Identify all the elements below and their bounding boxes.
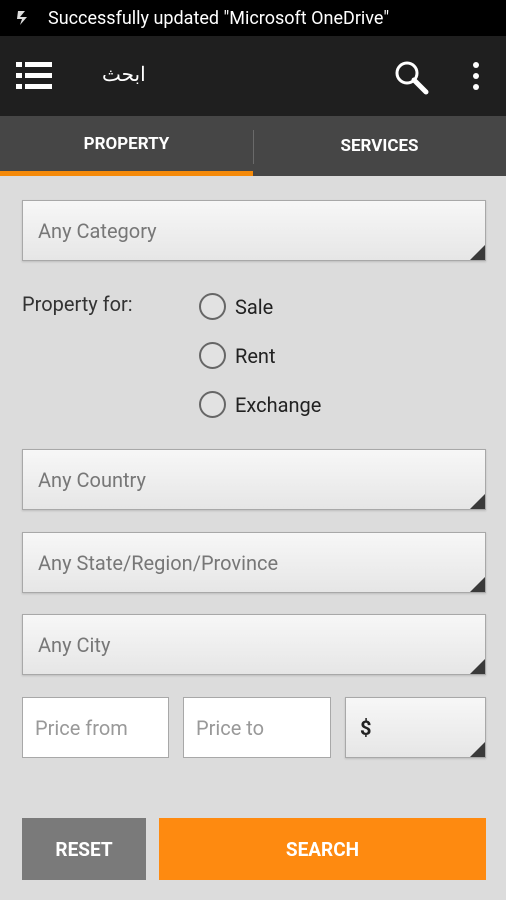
radio-sale[interactable]: Sale: [199, 293, 273, 320]
state-value: Any State/Region/Province: [38, 550, 279, 575]
currency-dropdown[interactable]: $: [345, 697, 486, 758]
price-to-field[interactable]: [183, 697, 331, 758]
status-notification-text: Successfully updated "Microsoft OneDrive…: [48, 7, 390, 29]
city-dropdown[interactable]: Any City: [22, 614, 486, 675]
tab-property[interactable]: PROPERTY: [0, 116, 253, 176]
notification-icon: [17, 11, 27, 25]
radio-rent-label: Rent: [235, 343, 276, 368]
tab-divider: [253, 130, 254, 164]
radio-sale-label: Sale: [235, 294, 274, 319]
radio-exchange[interactable]: Exchange: [199, 391, 321, 418]
price-to-input[interactable]: [184, 698, 330, 757]
dropdown-corner-icon: [470, 659, 485, 674]
currency-value: $: [360, 715, 372, 740]
price-from-field[interactable]: [22, 697, 169, 758]
radio-exchange-label: Exchange: [235, 392, 322, 417]
dropdown-corner-icon: [470, 494, 485, 509]
reset-button[interactable]: RESET: [22, 818, 146, 880]
dropdown-corner-icon: [470, 742, 485, 757]
tab-bar: PROPERTY SERVICES: [0, 116, 506, 176]
status-bar: Successfully updated "Microsoft OneDrive…: [0, 0, 506, 36]
radio-circle-icon: [199, 293, 226, 320]
page-title: ابحث: [102, 62, 146, 86]
city-value: Any City: [38, 632, 111, 657]
dropdown-corner-icon: [470, 577, 485, 592]
state-dropdown[interactable]: Any State/Region/Province: [22, 532, 486, 593]
radio-rent[interactable]: Rent: [199, 342, 276, 369]
country-value: Any Country: [38, 467, 146, 492]
country-dropdown[interactable]: Any Country: [22, 449, 486, 510]
dropdown-corner-icon: [470, 245, 485, 260]
category-value: Any Category: [38, 218, 157, 243]
app-bar: ابحث: [0, 36, 506, 116]
category-dropdown[interactable]: Any Category: [22, 200, 486, 261]
more-options-icon[interactable]: [465, 60, 487, 92]
radio-circle-icon: [199, 391, 226, 418]
search-icon[interactable]: [392, 58, 430, 96]
price-from-input[interactable]: [23, 698, 168, 757]
tab-services[interactable]: SERVICES: [253, 116, 506, 176]
search-button[interactable]: SEARCH: [159, 818, 486, 880]
menu-list-icon[interactable]: [16, 60, 52, 92]
property-for-label: Property for:: [22, 292, 133, 316]
radio-circle-icon: [199, 342, 226, 369]
